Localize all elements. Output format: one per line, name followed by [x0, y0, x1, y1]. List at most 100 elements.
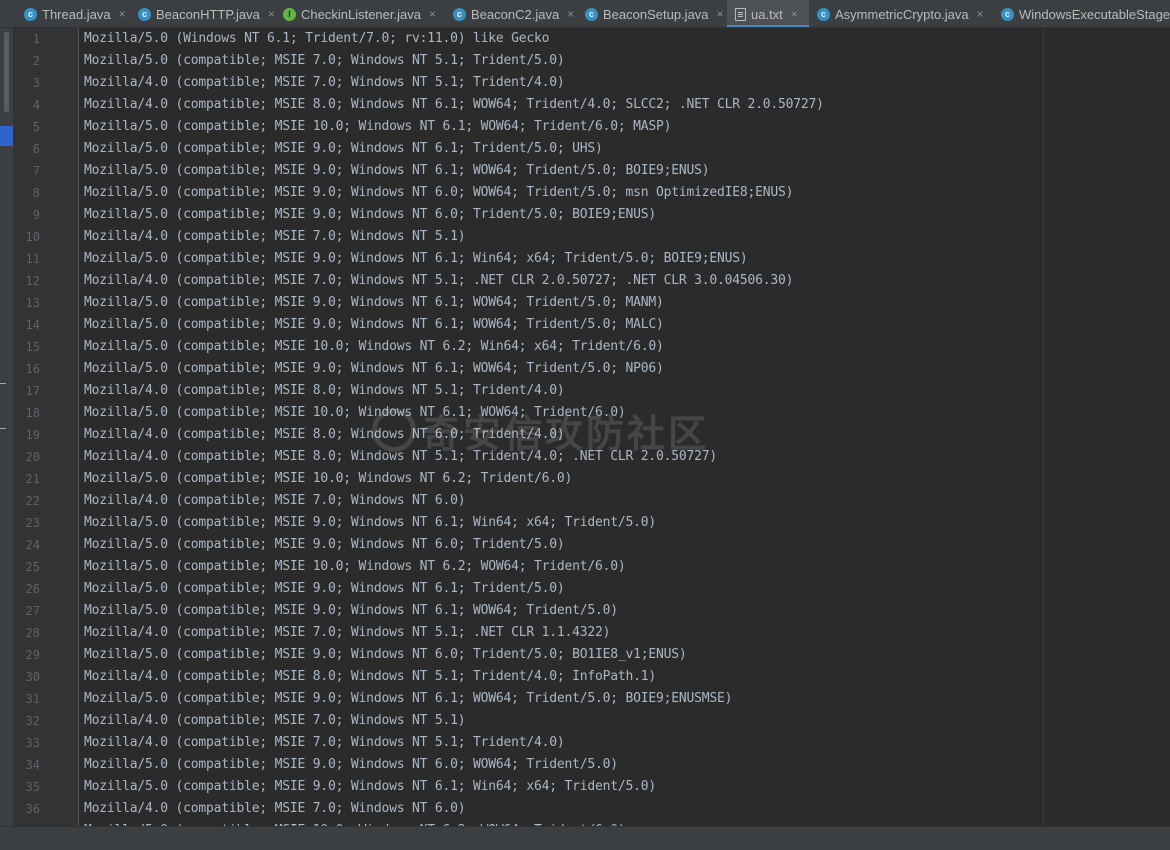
code-line[interactable]: Mozilla/5.0 (compatible; MSIE 9.0; Windo…: [80, 314, 1170, 336]
left-strip-marker: [0, 428, 6, 429]
code-line[interactable]: Mozilla/4.0 (compatible; MSIE 8.0; Windo…: [80, 666, 1170, 688]
code-line[interactable]: Mozilla/5.0 (compatible; MSIE 9.0; Windo…: [80, 600, 1170, 622]
java-class-icon: c: [138, 7, 151, 21]
code-line[interactable]: Mozilla/5.0 (compatible; MSIE 9.0; Windo…: [80, 204, 1170, 226]
tab-ua-txt[interactable]: ua.txt ×: [727, 0, 809, 27]
code-line[interactable]: Mozilla/4.0 (compatible; MSIE 7.0; Windo…: [80, 732, 1170, 754]
code-line[interactable]: Mozilla/5.0 (compatible; MSIE 9.0; Windo…: [80, 248, 1170, 270]
line-number: 1: [32, 32, 40, 46]
line-number: 17: [25, 384, 40, 398]
line-number: 25: [25, 560, 40, 574]
line-number: 20: [25, 450, 40, 464]
code-line[interactable]: Mozilla/5.0 (compatible; MSIE 10.0; Wind…: [80, 468, 1170, 490]
line-number: 27: [25, 604, 40, 618]
tab-label: BeaconHTTP.java: [156, 6, 260, 22]
line-number: 8: [32, 186, 40, 200]
tab-close-icon[interactable]: ×: [119, 7, 126, 21]
line-number: 13: [25, 296, 40, 310]
tab-close-icon[interactable]: ×: [567, 7, 574, 21]
code-line[interactable]: Mozilla/5.0 (compatible; MSIE 9.0; Windo…: [80, 160, 1170, 182]
tab-checkinlistener-java[interactable]: I CheckinListener.java ×: [275, 0, 445, 27]
line-number: 30: [25, 670, 40, 684]
java-class-icon: c: [453, 7, 466, 21]
editor-tab-bar: c Thread.java × c BeaconHTTP.java × I CheckinLi…: [0, 0, 1170, 28]
tab-label: CheckinListener.java: [301, 6, 421, 22]
code-line[interactable]: Mozilla/5.0 (compatible; MSIE 9.0; Windo…: [80, 534, 1170, 556]
code-line[interactable]: Mozilla/4.0 (compatible; MSIE 7.0; Windo…: [80, 72, 1170, 94]
tab-label: BeaconSetup.java: [603, 6, 709, 22]
code-line[interactable]: Mozilla/5.0 (compatible; MSIE 10.0; Wind…: [80, 336, 1170, 358]
tab-beaconhttp-java[interactable]: c BeaconHTTP.java ×: [130, 0, 275, 27]
tab-windowsexecutablestage[interactable]: c WindowsExecutableStage: [993, 0, 1170, 27]
line-number: 7: [32, 164, 40, 178]
line-number: 24: [25, 538, 40, 552]
line-number: 10: [25, 230, 40, 244]
code-line[interactable]: Mozilla/5.0 (compatible; MSIE 9.0; Windo…: [80, 512, 1170, 534]
left-strip-scroll-thumb[interactable]: [4, 32, 9, 112]
line-number: 31: [25, 692, 40, 706]
tab-label: WindowsExecutableStage: [1019, 6, 1170, 22]
code-line[interactable]: Mozilla/4.0 (compatible; MSIE 8.0; Windo…: [80, 424, 1170, 446]
line-number: 18: [25, 406, 40, 420]
code-line[interactable]: Mozilla/5.0 (compatible; MSIE 7.0; Windo…: [80, 50, 1170, 72]
code-line[interactable]: Mozilla/4.0 (compatible; MSIE 7.0; Windo…: [80, 226, 1170, 248]
line-number: 3: [32, 76, 40, 90]
code-line[interactable]: Mozilla/5.0 (compatible; MSIE 10.0; Wind…: [80, 556, 1170, 578]
code-line[interactable]: Mozilla/5.0 (compatible; MSIE 9.0; Windo…: [80, 358, 1170, 380]
java-class-icon: c: [1001, 7, 1014, 21]
line-number: 28: [25, 626, 40, 640]
line-number: 19: [25, 428, 40, 442]
code-line[interactable]: Mozilla/5.0 (compatible; MSIE 9.0; Windo…: [80, 578, 1170, 600]
code-line[interactable]: Mozilla/5.0 (compatible; MSIE 9.0; Windo…: [80, 182, 1170, 204]
code-line[interactable]: Mozilla/5.0 (compatible; MSIE 9.0; Windo…: [80, 776, 1170, 798]
left-strip-marker: [0, 383, 6, 384]
tab-label: BeaconC2.java: [471, 6, 560, 22]
code-line[interactable]: Mozilla/4.0 (compatible; MSIE 7.0; Windo…: [80, 622, 1170, 644]
code-line[interactable]: Mozilla/5.0 (Windows NT 6.1; Trident/7.0…: [80, 28, 1170, 50]
code-line[interactable]: Mozilla/4.0 (compatible; MSIE 7.0; Windo…: [80, 270, 1170, 292]
code-line[interactable]: Mozilla/5.0 (compatible; MSIE 9.0; Windo…: [80, 754, 1170, 776]
tab-beaconsetup-java[interactable]: c BeaconSetup.java ×: [577, 0, 727, 27]
code-line[interactable]: Mozilla/4.0 (compatible; MSIE 7.0; Windo…: [80, 490, 1170, 512]
line-number: 14: [25, 318, 40, 332]
line-number: 33: [25, 736, 40, 750]
java-class-icon: c: [24, 7, 37, 21]
tab-thread-java[interactable]: c Thread.java ×: [0, 0, 130, 27]
tab-close-icon[interactable]: ×: [977, 7, 984, 21]
left-strip-active-marker[interactable]: [0, 126, 13, 146]
line-number: 12: [25, 274, 40, 288]
code-line[interactable]: Mozilla/4.0 (compatible; MSIE 7.0; Windo…: [80, 710, 1170, 732]
text-editor[interactable]: Mozilla/5.0 (Windows NT 6.1; Trident/7.0…: [80, 28, 1170, 826]
java-class-icon: c: [817, 7, 830, 21]
tab-close-icon[interactable]: ×: [791, 7, 798, 21]
editor-content[interactable]: Mozilla/5.0 (Windows NT 6.1; Trident/7.0…: [80, 28, 1170, 826]
tab-close-icon[interactable]: ×: [429, 7, 436, 21]
tab-label: ua.txt: [751, 6, 783, 22]
code-line[interactable]: Mozilla/4.0 (compatible; MSIE 8.0; Windo…: [80, 94, 1170, 116]
tab-close-icon[interactable]: ×: [717, 7, 724, 21]
tab-close-icon[interactable]: ×: [268, 7, 275, 21]
line-number: 11: [25, 252, 40, 266]
code-line[interactable]: Mozilla/4.0 (compatible; MSIE 8.0; Windo…: [80, 446, 1170, 468]
line-number: 34: [25, 758, 40, 772]
code-line[interactable]: Mozilla/5.0 (compatible; MSIE 10.0; Wind…: [80, 402, 1170, 424]
line-number: 21: [25, 472, 40, 486]
code-line[interactable]: Mozilla/5.0 (compatible; MSIE 9.0; Windo…: [80, 644, 1170, 666]
line-number: 15: [25, 340, 40, 354]
line-number: 4: [32, 98, 40, 112]
line-number: 32: [25, 714, 40, 728]
tab-beaconc2-java[interactable]: c BeaconC2.java ×: [445, 0, 577, 27]
left-tool-strip: [0, 28, 13, 826]
line-number: 2: [32, 54, 40, 68]
line-number: 26: [25, 582, 40, 596]
text-file-icon: [735, 7, 746, 21]
code-line[interactable]: Mozilla/4.0 (compatible; MSIE 7.0; Windo…: [80, 798, 1170, 820]
code-line[interactable]: Mozilla/5.0 (compatible; MSIE 10.0; Wind…: [80, 116, 1170, 138]
line-number: 9: [32, 208, 40, 222]
tab-asymmetriccrypto-java[interactable]: c AsymmetricCrypto.java ×: [809, 0, 993, 27]
line-number-gutter: 1 2 3 4 5 6 7 8 9 10 11 12 13 14 15 16 17 18 19 20 21 22 23 24 2…: [13, 28, 79, 826]
code-line[interactable]: Mozilla/5.0 (compatible; MSIE 9.0; Windo…: [80, 292, 1170, 314]
code-line[interactable]: Mozilla/5.0 (compatible; MSIE 9.0; Windo…: [80, 688, 1170, 710]
code-line[interactable]: Mozilla/4.0 (compatible; MSIE 8.0; Windo…: [80, 380, 1170, 402]
code-line[interactable]: Mozilla/5.0 (compatible; MSIE 9.0; Windo…: [80, 138, 1170, 160]
